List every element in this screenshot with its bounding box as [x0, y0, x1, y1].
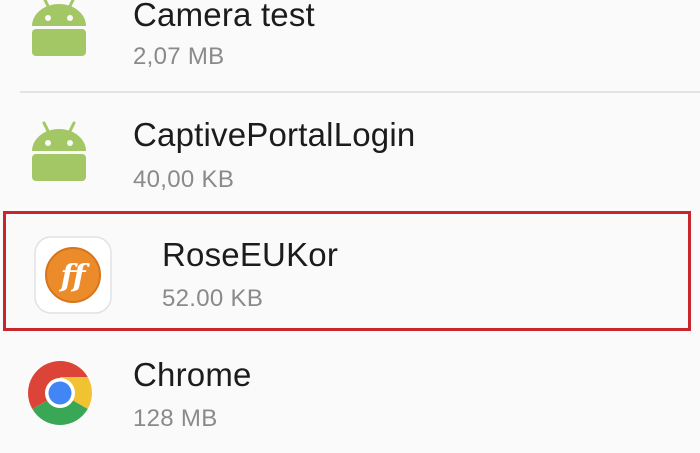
list-item-camera-test[interactable]: Camera test 2,07 MB: [0, 0, 700, 90]
app-list: Camera test 2,07 MB CaptivePortalLogin 4…: [0, 0, 700, 453]
app-name: CaptivePortalLogin: [133, 116, 416, 153]
rose-ff-icon: ff: [34, 236, 112, 314]
app-size: 52.00 KB: [162, 285, 264, 312]
chrome-icon: [28, 361, 92, 425]
android-icon: [32, 121, 86, 181]
list-item-chrome[interactable]: Chrome 128 MB: [0, 335, 700, 453]
app-size: 2,07 MB: [133, 43, 225, 70]
app-name: Camera test: [133, 0, 315, 33]
list-item-roseeukor[interactable]: ff RoseEUKor 52.00 KB: [0, 214, 700, 334]
android-icon: [32, 0, 86, 56]
app-name: RoseEUKor: [162, 236, 339, 273]
list-item-captiveportallogin[interactable]: CaptivePortalLogin 40,00 KB: [0, 93, 700, 213]
app-size: 128 MB: [133, 405, 218, 432]
app-size: 40,00 KB: [133, 166, 235, 193]
app-name: Chrome: [133, 356, 252, 393]
